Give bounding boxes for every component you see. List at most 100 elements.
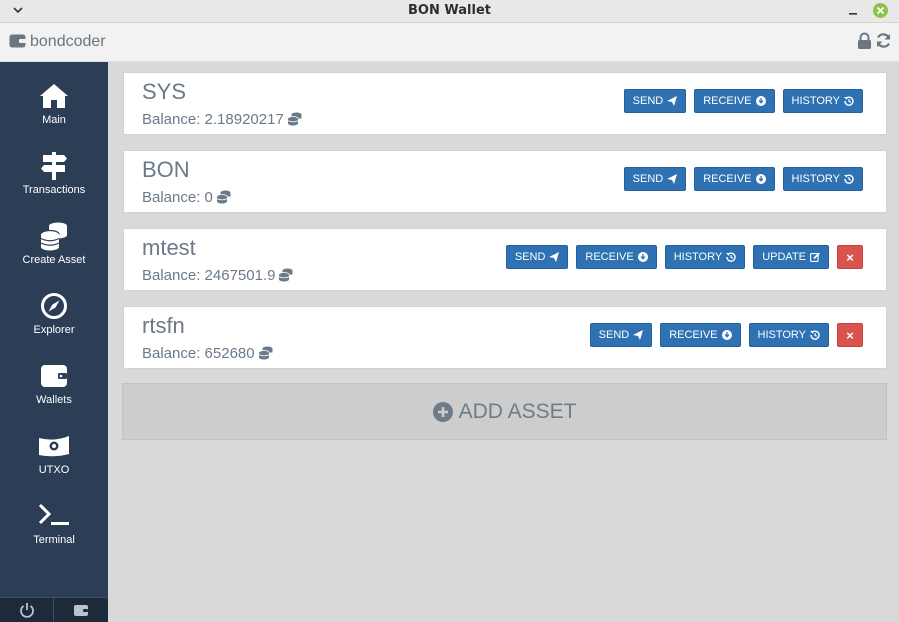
asset-balance: Balance: 2467501.9: [142, 267, 293, 284]
wallet-footer-button[interactable]: [54, 597, 108, 622]
update-button[interactable]: UPDATE: [753, 245, 829, 269]
asset-card-bon: BON Balance: 0 SEND RECEIVE HISTORY: [123, 150, 887, 213]
sidebar-item-utxo[interactable]: UTXO: [0, 430, 108, 500]
receive-label: RECEIVE: [585, 251, 634, 263]
sidebar-item-label: Terminal: [33, 534, 75, 546]
history-button[interactable]: HISTORY: [664, 245, 746, 269]
terminal-icon: [38, 503, 69, 525]
balance-value: 652680: [204, 345, 255, 362]
history-icon: [726, 252, 736, 262]
wallet-icon: [41, 365, 67, 387]
history-icon: [844, 174, 854, 184]
receive-button[interactable]: RECEIVE: [694, 89, 775, 113]
sidebar-item-transactions[interactable]: Transactions: [0, 150, 108, 220]
wallet-icon: [9, 34, 26, 48]
coins-icon: [216, 190, 231, 204]
sidebar-item-terminal[interactable]: Terminal: [0, 500, 108, 570]
sidebar-item-label: UTXO: [38, 464, 70, 476]
coins-icon: [258, 346, 273, 360]
asset-name: BON: [142, 157, 190, 182]
refresh-icon[interactable]: [875, 32, 892, 49]
asset-balance: Balance: 652680: [142, 345, 273, 362]
edit-icon: [810, 252, 820, 262]
balance-value: 2.18920217: [204, 111, 284, 128]
sidebar-item-label: Explorer: [33, 324, 75, 336]
send-button[interactable]: SEND: [589, 323, 653, 347]
receive-label: RECEIVE: [669, 329, 718, 341]
receive-button[interactable]: RECEIVE: [660, 323, 741, 347]
history-icon: [810, 330, 820, 340]
sidebar-footer: [0, 597, 108, 622]
asset-balance: Balance: 2.18920217: [142, 111, 302, 128]
download-circle-icon: [721, 330, 732, 340]
paper-plane-icon: [667, 174, 678, 184]
delete-button[interactable]: ×: [837, 323, 863, 347]
balance-label: Balance:: [142, 111, 201, 128]
sidebar: Main Transactions Create Asset Explorer …: [0, 62, 108, 622]
send-button[interactable]: SEND: [623, 89, 687, 113]
signpost-icon: [41, 152, 67, 180]
sidebar-item-create-asset[interactable]: Create Asset: [0, 220, 108, 290]
asset-card-rtsfn: rtsfn Balance: 652680 SEND RECEIVE HISTO…: [123, 306, 887, 369]
window-titlebar: BON Wallet: [0, 0, 899, 23]
asset-name: rtsfn: [142, 313, 185, 338]
balance-label: Balance:: [142, 189, 201, 206]
balance-value: 0: [204, 189, 213, 206]
download-circle-icon: [755, 174, 766, 184]
history-label: HISTORY: [673, 251, 723, 263]
send-label: SEND: [632, 95, 664, 107]
receive-button[interactable]: RECEIVE: [694, 167, 775, 191]
send-button[interactable]: SEND: [623, 167, 687, 191]
paper-plane-icon: [667, 96, 678, 106]
home-icon: [40, 84, 68, 108]
minimize-icon[interactable]: [846, 4, 860, 18]
history-label: HISTORY: [757, 329, 807, 341]
money-icon: [39, 436, 69, 457]
close-icon: [876, 6, 885, 15]
balance-label: Balance:: [142, 345, 201, 362]
history-label: HISTORY: [791, 95, 841, 107]
compass-icon: [41, 293, 67, 319]
sidebar-item-label: Transactions: [22, 184, 86, 196]
send-button[interactable]: SEND: [505, 245, 569, 269]
history-button[interactable]: HISTORY: [782, 89, 863, 113]
wallet-name: bondcoder: [30, 33, 106, 50]
history-button[interactable]: HISTORY: [782, 167, 863, 191]
asset-name: SYS: [142, 79, 187, 104]
paper-plane-icon: [549, 252, 560, 262]
history-button[interactable]: HISTORY: [748, 323, 829, 347]
receive-button[interactable]: RECEIVE: [576, 245, 657, 269]
power-button[interactable]: [0, 597, 54, 622]
balance-value: 2467501.9: [204, 267, 276, 284]
delete-button[interactable]: ×: [837, 245, 863, 269]
download-circle-icon: [755, 96, 766, 106]
receive-label: RECEIVE: [703, 95, 752, 107]
add-asset-button[interactable]: ADD ASSET: [122, 383, 887, 440]
send-label: SEND: [514, 251, 546, 263]
power-icon: [20, 603, 34, 618]
app-header: bondcoder: [0, 23, 899, 62]
sidebar-item-label: Main: [42, 114, 66, 126]
coins-icon: [40, 222, 67, 251]
asset-name: mtest: [142, 235, 196, 260]
send-label: SEND: [598, 329, 630, 341]
lock-icon[interactable]: [857, 32, 872, 49]
asset-card-mtest: mtest Balance: 2467501.9 SEND RECEIVE HI…: [123, 228, 887, 291]
window-title: BON Wallet: [408, 3, 491, 18]
sidebar-item-label: Create Asset: [22, 254, 86, 266]
balance-label: Balance:: [142, 267, 201, 284]
coins-icon: [279, 268, 293, 282]
paper-plane-icon: [633, 330, 644, 340]
history-label: HISTORY: [791, 173, 841, 185]
close-button[interactable]: [873, 3, 888, 18]
download-circle-icon: [637, 252, 648, 262]
receive-label: RECEIVE: [703, 173, 752, 185]
sidebar-item-main[interactable]: Main: [0, 80, 108, 150]
wallet-icon: [74, 605, 88, 616]
sidebar-item-wallets[interactable]: Wallets: [0, 360, 108, 430]
coins-icon: [287, 112, 302, 126]
sidebar-item-label: Wallets: [36, 394, 72, 406]
history-icon: [844, 96, 854, 106]
sidebar-item-explorer[interactable]: Explorer: [0, 290, 108, 360]
plus-circle-icon: [432, 401, 453, 422]
